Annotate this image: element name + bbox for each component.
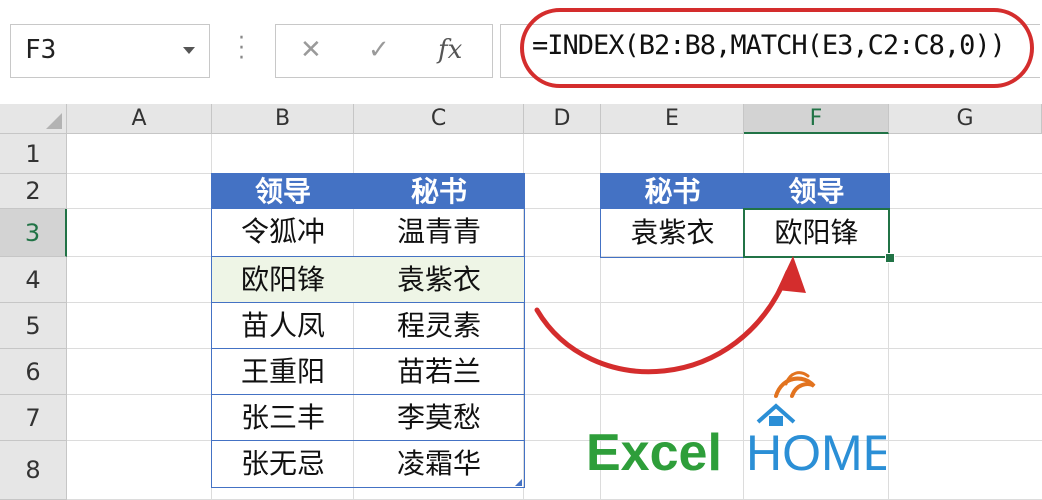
excelhome-logo: Excel HOME (586, 366, 896, 486)
logo-text-excel: Excel (586, 424, 722, 482)
logo-text-home: HOME (746, 425, 886, 481)
